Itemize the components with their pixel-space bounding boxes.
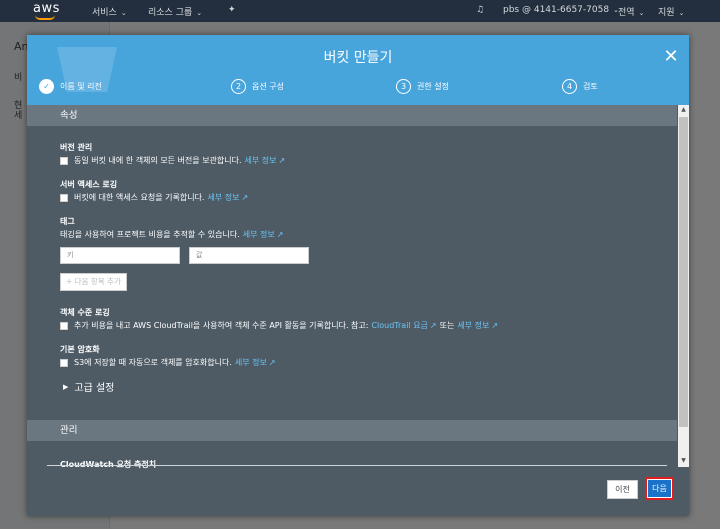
step-name-region[interactable]: ✓ 이름 및 리전 [39,79,102,94]
server-logging-text: 버킷에 대한 액세스 요청을 기록합니다. [74,193,205,202]
encryption-checkbox[interactable] [60,358,68,367]
check-icon: ✓ [39,79,54,94]
tags-row: 태깅을 사용하여 프로젝트 비용을 추적할 수 있습니다. 세부 정보 ↗ [60,229,283,240]
add-tag-button[interactable]: + 다음 항목 추가 [60,273,127,291]
versioning-details-link[interactable]: 세부 정보 [245,155,277,166]
object-logging-text: 추가 비용을 내고 AWS CloudTrail을 사용하여 객체 수준 API… [74,321,369,330]
services-label: 서비스 [92,8,117,18]
external-link-icon: ↗ [241,193,249,202]
step-number: 4 [562,79,577,94]
external-link-icon: ↗ [276,230,284,239]
tag-key-input[interactable]: 키 [60,247,180,264]
modal-header: 버킷 만들기 ✕ ✓ 이름 및 리전 2 옵션 구성 3 권한 설정 4 검토 [27,35,689,105]
versioning-text: 동일 버킷 내에 한 객체의 모든 버전을 보관합니다. [74,156,242,165]
account-label: pbs @ 4141-6657-7058 [503,5,610,15]
encryption-row: S3에 저장할 때 자동으로 객체를 암호화합니다. 세부 정보 ↗ [60,357,276,368]
object-logging-title: 객체 수준 로깅 [60,308,110,317]
encryption-details-link[interactable]: 세부 정보 [235,357,267,368]
server-logging-row: 버킷에 대한 액세스 요청을 기록합니다. 세부 정보 ↗ [60,192,248,203]
bell-icon[interactable]: ♫ [476,5,484,15]
tags-details-link[interactable]: 세부 정보 [243,229,275,240]
step-label: 권한 설정 [417,82,449,91]
object-logging-or: 또는 [439,321,455,330]
aws-logo[interactable]: aws [33,1,60,16]
cloudtrail-pricing-link[interactable]: CloudTrail 요금 [371,320,427,331]
external-link-icon: ↗ [268,358,276,367]
chevron-down-icon: ⌄ [678,9,685,17]
modal-scroll-area[interactable]: 속성 버전 관리 동일 버킷 내에 한 객체의 모든 버전을 보관합니다. 세부… [27,105,689,467]
tag-value-input[interactable]: 값 [189,247,309,264]
account-menu[interactable]: pbs @ 4141-6657-7058 ⌄ [503,5,619,15]
support-label: 지원 [658,8,675,18]
footer-divider [47,465,667,466]
object-logging-row: 추가 비용을 내고 AWS CloudTrail을 사용하여 객체 수준 API… [60,320,498,331]
object-logging-details-link[interactable]: 세부 정보 [457,320,489,331]
close-icon[interactable]: ✕ [661,47,681,67]
external-link-icon: ↗ [278,156,286,165]
object-logging-checkbox[interactable] [60,321,68,330]
chevron-down-icon: ⌄ [196,9,203,17]
create-bucket-modal: 버킷 만들기 ✕ ✓ 이름 및 리전 2 옵션 구성 3 권한 설정 4 검토 … [27,35,689,516]
encryption-text: S3에 저장할 때 자동으로 객체를 암호화합니다. [74,358,232,367]
top-navbar: aws 서비스 ⌄ 리소스 그룹 ⌄ ✦ ♫ pbs @ 4141-6657-705… [0,0,720,22]
region-menu[interactable]: 전역 ⌄ [618,5,644,18]
caret-right-icon: ▶ [63,382,69,391]
services-menu[interactable]: 서비스 ⌄ [92,5,127,18]
step-number: 2 [231,79,246,94]
modal-title: 버킷 만들기 [323,50,393,66]
encryption-title: 기본 암호화 [60,345,100,354]
aws-logo-smile [35,15,55,20]
resource-groups-menu[interactable]: 리소스 그룹 ⌄ [148,5,202,18]
step-number: 3 [396,79,411,94]
step-review[interactable]: 4 검토 [562,79,598,94]
tags-title: 태그 [60,217,75,226]
modal-scrollbar[interactable]: ▲ ▼ [678,105,689,467]
tags-text: 태깅을 사용하여 프로젝트 비용을 추적할 수 있습니다. [60,230,240,239]
properties-section-header[interactable]: 속성 [27,105,677,126]
step-label: 검토 [583,82,598,91]
server-logging-title: 서버 액세스 로깅 [60,180,118,189]
step-configure-options[interactable]: 2 옵션 구성 [231,79,284,94]
support-menu[interactable]: 지원 ⌄ [658,5,684,18]
chevron-down-icon: ⌄ [638,9,645,17]
versioning-title: 버전 관리 [60,143,93,152]
next-button-highlight: 다음 [645,477,674,500]
external-link-icon: ↗ [429,321,437,330]
server-logging-details-link[interactable]: 세부 정보 [207,192,239,203]
management-section-header[interactable]: 관리 [27,420,677,441]
step-set-permissions[interactable]: 3 권한 설정 [396,79,449,94]
versioning-checkbox[interactable] [60,156,68,165]
advanced-settings-toggle[interactable]: ▶ 고급 설정 [63,379,115,395]
external-link-icon: ↗ [491,321,499,330]
chevron-down-icon: ⌄ [120,9,127,17]
versioning-row: 동일 버킷 내에 한 객체의 모든 버전을 보관합니다. 세부 정보 ↗ [60,155,285,166]
scroll-up-icon[interactable]: ▲ [680,106,687,113]
prev-button[interactable]: 이전 [607,480,638,499]
add-tag-label: 다음 항목 추가 [74,277,121,286]
server-logging-checkbox[interactable] [60,193,68,202]
scroll-down-icon[interactable]: ▼ [680,457,687,464]
region-label: 전역 [618,8,635,18]
advanced-settings-label: 고급 설정 [74,383,115,394]
next-button[interactable]: 다음 [648,480,671,497]
plus-icon: + [66,277,75,286]
pin-icon[interactable]: ✦ [228,5,236,15]
scrollbar-thumb[interactable] [679,117,688,427]
step-label: 이름 및 리전 [60,82,102,91]
resource-groups-label: 리소스 그룹 [148,8,193,18]
step-label: 옵션 구성 [252,82,284,91]
